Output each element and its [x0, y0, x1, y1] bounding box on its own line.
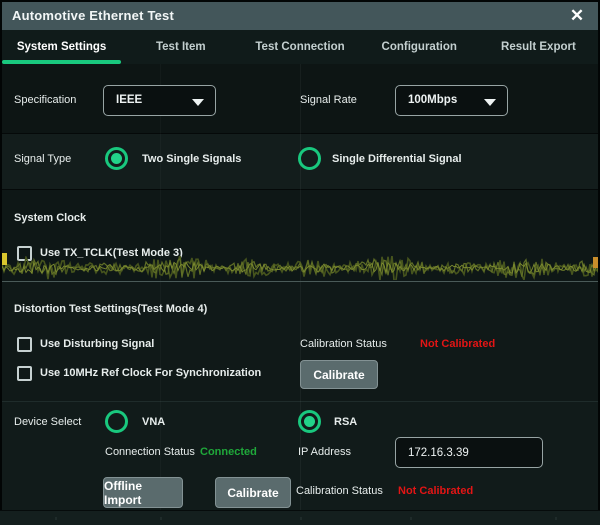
- oscilloscope-screen: Automotive Ethernet Test ✕ System Settin…: [0, 0, 600, 525]
- tab-label: Result Export: [501, 41, 576, 53]
- graticule-tick: [160, 517, 162, 520]
- device-calibrate-button[interactable]: Calibrate: [215, 477, 291, 508]
- ip-address-input[interactable]: [395, 437, 543, 468]
- signal-rate-label: Signal Rate: [300, 94, 357, 106]
- tab-bar: System Settings Test Item Test Connectio…: [2, 30, 598, 64]
- close-icon: ✕: [570, 6, 584, 26]
- ip-address-label: IP Address: [298, 446, 351, 458]
- tab-configuration[interactable]: Configuration: [360, 30, 479, 64]
- trigger-marker-left: [2, 253, 7, 265]
- device-calibration-status-value: Not Calibrated: [398, 485, 473, 497]
- radio-two-single-signals-label: Two Single Signals: [142, 153, 241, 165]
- radio-single-differential-signal[interactable]: [298, 147, 321, 170]
- close-button[interactable]: ✕: [560, 3, 594, 29]
- ip-address-field-wrap: [395, 437, 543, 468]
- trigger-marker-right: [593, 257, 598, 268]
- tab-label: Test Connection: [255, 41, 344, 53]
- use-10mhz-ref-clock-checkbox[interactable]: ✓: [17, 366, 32, 381]
- signal-rate-value: 100Mbps: [408, 94, 457, 106]
- device-select-label: Device Select: [14, 416, 81, 428]
- offline-import-button[interactable]: Offline Import: [103, 477, 183, 508]
- specification-label: Specification: [14, 94, 76, 106]
- graticule-tick: [55, 517, 57, 520]
- connection-status-label: Connection Status: [105, 446, 195, 458]
- radio-dot: [304, 416, 315, 427]
- tab-system-settings[interactable]: System Settings: [2, 30, 121, 64]
- use-disturbing-signal-label: Use Disturbing Signal: [40, 338, 154, 350]
- button-label: Calibrate: [313, 368, 364, 382]
- button-label: Calibrate: [227, 486, 278, 500]
- dialog-title: Automotive Ethernet Test: [12, 8, 174, 23]
- device-calibration-status-label: Calibration Status: [296, 485, 383, 497]
- tab-label: Configuration: [382, 41, 457, 53]
- tab-result-export[interactable]: Result Export: [479, 30, 598, 64]
- distortion-calibrate-button[interactable]: Calibrate: [300, 360, 378, 389]
- scope-waveform-trace: [2, 256, 598, 280]
- tab-label: Test Item: [156, 41, 206, 53]
- radio-two-single-signals[interactable]: [105, 147, 128, 170]
- system-clock-header: System Clock: [14, 212, 86, 224]
- signal-type-label: Signal Type: [14, 153, 71, 165]
- specification-value: IEEE: [116, 94, 142, 106]
- chevron-down-icon: [192, 99, 204, 106]
- automotive-ethernet-test-dialog: Automotive Ethernet Test ✕ System Settin…: [2, 2, 598, 510]
- tab-test-connection[interactable]: Test Connection: [240, 30, 359, 64]
- connection-status-value: Connected: [200, 446, 257, 458]
- graticule-tick: [555, 517, 557, 520]
- radio-vna[interactable]: [105, 410, 128, 433]
- distortion-calibration-status-value: Not Calibrated: [420, 338, 495, 350]
- radio-single-differential-signal-label: Single Differential Signal: [332, 153, 462, 165]
- graticule-tick: [410, 517, 412, 520]
- scope-screen-edge: [0, 510, 600, 525]
- signal-rate-dropdown[interactable]: 100Mbps: [395, 85, 508, 116]
- specification-dropdown[interactable]: IEEE: [103, 85, 216, 116]
- radio-rsa-label: RSA: [334, 416, 357, 428]
- radio-dot: [111, 153, 122, 164]
- distortion-header: Distortion Test Settings(Test Mode 4): [14, 303, 207, 315]
- graticule-tick: [300, 517, 302, 520]
- use-10mhz-ref-clock-label: Use 10MHz Ref Clock For Synchronization: [40, 367, 261, 379]
- button-label: Offline Import: [104, 479, 182, 507]
- tab-label: System Settings: [17, 41, 106, 53]
- graticule-hline: [2, 281, 598, 282]
- graticule-vline-center: [300, 64, 301, 510]
- use-disturbing-signal-checkbox[interactable]: ✓: [17, 337, 32, 352]
- chevron-down-icon: [484, 99, 496, 106]
- radio-vna-label: VNA: [142, 416, 165, 428]
- tab-test-item[interactable]: Test Item: [121, 30, 240, 64]
- radio-rsa[interactable]: [298, 410, 321, 433]
- distortion-calibration-status-label: Calibration Status: [300, 338, 387, 350]
- graticule-vline: [160, 64, 161, 510]
- dialog-titlebar: Automotive Ethernet Test ✕: [2, 2, 598, 30]
